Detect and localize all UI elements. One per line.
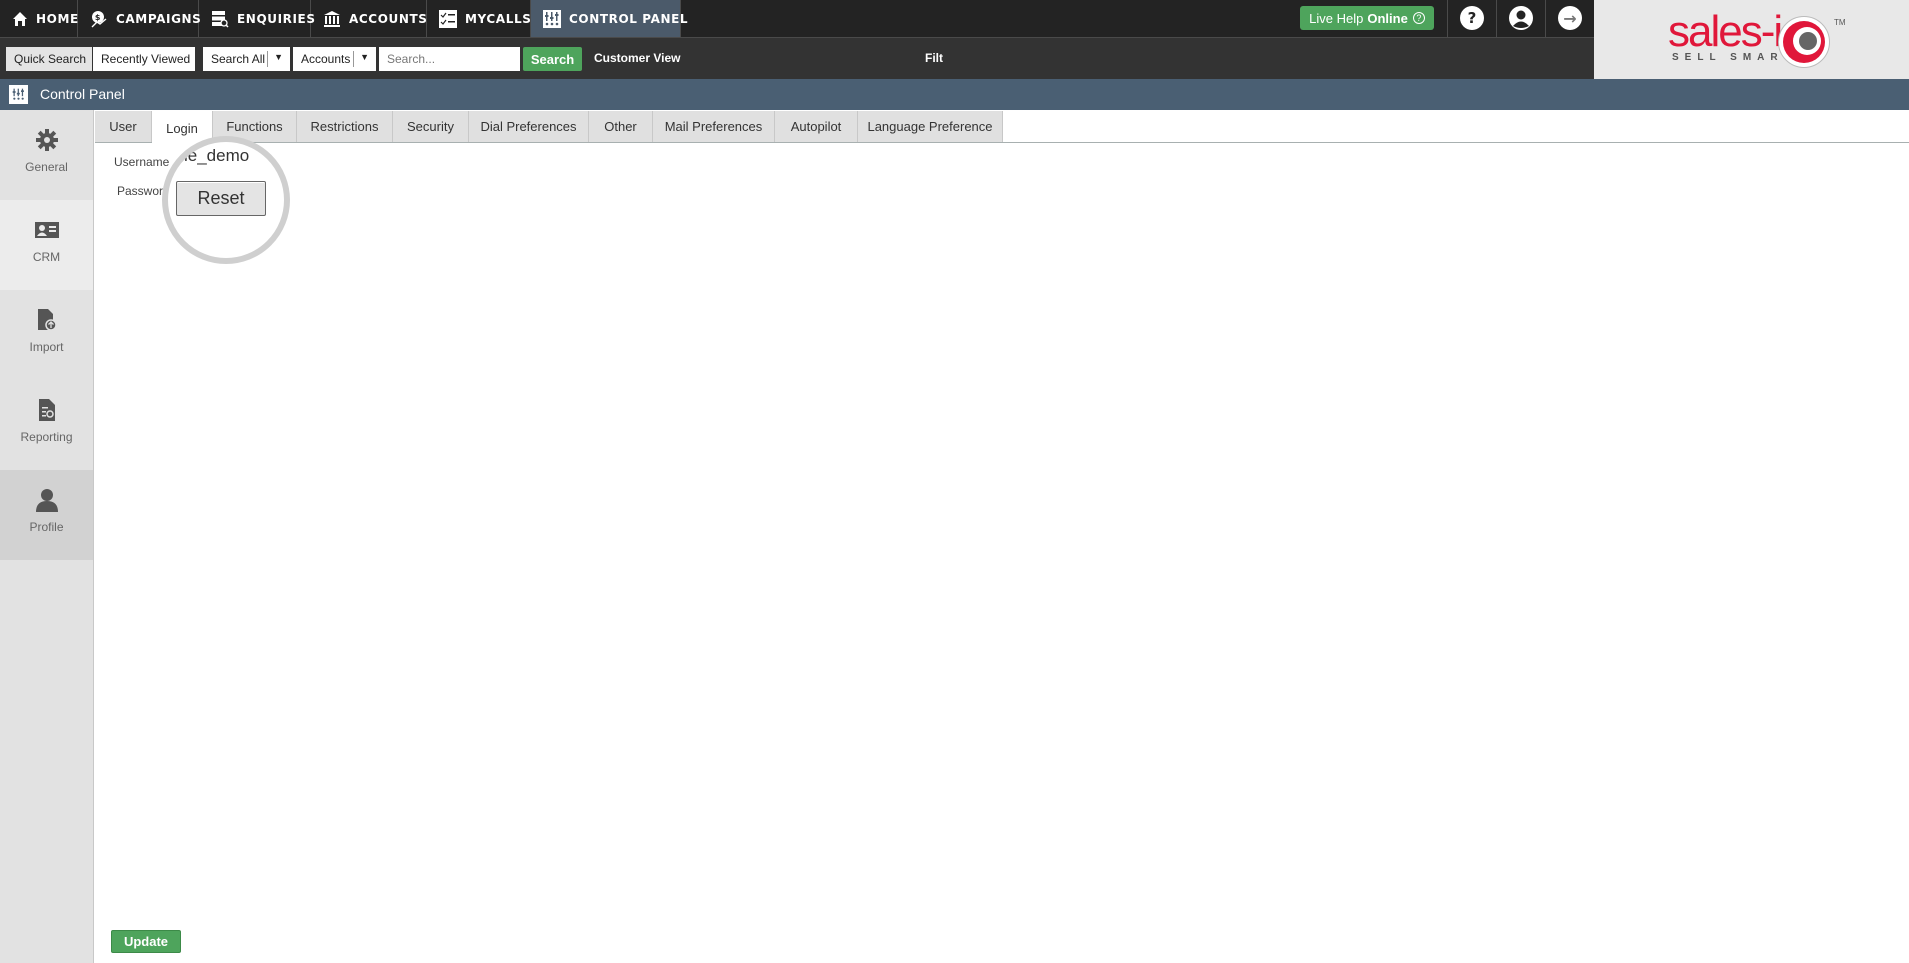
campaigns-icon: $ (90, 10, 108, 28)
brand-logo: sales-i SELL SMART TM (1594, 0, 1909, 79)
live-help-status: Online (1367, 10, 1408, 26)
sidebar-item-label: Profile (29, 520, 64, 534)
update-button[interactable]: Update (111, 930, 181, 953)
accounts-icon (323, 10, 341, 28)
logout-arrow-icon[interactable]: → (1558, 6, 1582, 30)
logo-text: sales-i (1668, 7, 1783, 56)
enquiries-icon (211, 10, 229, 28)
user-profile-icon[interactable] (1509, 6, 1533, 30)
sidebar: General CRM Import Reporting Profile (0, 110, 94, 963)
tab-dial-preferences[interactable]: Dial Preferences (469, 111, 589, 142)
nav-control-panel-label: CONTROL PANEL (569, 11, 689, 26)
settings-tabs: User Login Functions Restrictions Securi… (95, 111, 1909, 143)
sidebar-item-label: Reporting (20, 430, 73, 444)
mycalls-icon (439, 9, 457, 28)
chevron-down-icon: ▼ (274, 52, 283, 62)
nav-mycalls[interactable]: MYCALLS (427, 0, 531, 37)
username-value: le_demo (184, 146, 250, 165)
chevron-down-icon: ▼ (360, 52, 369, 62)
file-import-icon (35, 308, 59, 332)
recently-viewed-tab[interactable]: Recently Viewed (93, 47, 195, 71)
search-button[interactable]: Search (523, 47, 582, 71)
divider (1545, 0, 1546, 37)
gear-icon (35, 128, 59, 152)
tab-login[interactable]: Login (152, 111, 213, 143)
nav-home-label: HOME (36, 11, 79, 26)
svg-text:$: $ (95, 13, 101, 22)
sidebar-item-general[interactable]: General (0, 110, 93, 200)
search-bar: Quick Search Recently Viewed Search All … (0, 38, 1594, 79)
search-scope-value: Search All (211, 52, 266, 66)
quick-search-tab[interactable]: Quick Search (6, 47, 92, 71)
page-header: Control Panel (0, 79, 1909, 110)
reset-password-button[interactable]: Reset (176, 181, 266, 216)
logo-trademark: TM (1834, 18, 1846, 27)
nav-campaigns-label: CAMPAIGNS (116, 11, 202, 26)
nav-accounts-label: ACCOUNTS (349, 11, 428, 26)
person-icon (35, 488, 59, 512)
tab-security[interactable]: Security (393, 111, 469, 142)
question-circle-icon: ? (1412, 12, 1425, 24)
divider (1496, 0, 1497, 37)
sidebar-item-crm[interactable]: CRM (0, 200, 93, 290)
nav-home[interactable]: HOME (0, 0, 78, 37)
tab-language-preference[interactable]: Language Preference (858, 111, 1003, 142)
search-entity-select[interactable]: Accounts ▼ (293, 47, 376, 71)
live-help-label: Live Help (1309, 10, 1364, 26)
sidebar-item-reporting[interactable]: Reporting (0, 380, 93, 470)
control-panel-icon (543, 9, 561, 28)
search-input[interactable] (379, 47, 520, 71)
control-panel-icon (9, 85, 28, 104)
search-scope-select[interactable]: Search All ▼ (203, 47, 290, 71)
nav-mycalls-label: MYCALLS (465, 11, 532, 26)
filter-link[interactable]: Filt (925, 51, 943, 65)
home-icon (12, 10, 28, 28)
tab-other[interactable]: Other (589, 111, 653, 142)
help-icon[interactable]: ? (1460, 6, 1484, 30)
sidebar-item-import[interactable]: Import (0, 290, 93, 380)
search-entity-value: Accounts (301, 52, 351, 66)
nav-enquiries-label: ENQUIRIES (237, 11, 316, 26)
contact-card-icon (34, 218, 59, 242)
live-help-button[interactable]: Live Help Online ? (1300, 6, 1434, 30)
page-title: Control Panel (40, 86, 125, 102)
sidebar-item-label: CRM (32, 250, 61, 264)
sidebar-item-label: General (25, 160, 68, 174)
customer-view-link[interactable]: Customer View (594, 51, 680, 65)
top-navigation: HOME $ CAMPAIGNS ENQUIRIES ACCOUNTS MYCA… (0, 0, 1594, 38)
username-label: Username (114, 155, 170, 169)
nav-campaigns[interactable]: $ CAMPAIGNS (78, 0, 202, 37)
report-icon (35, 398, 59, 422)
tab-autopilot[interactable]: Autopilot (775, 111, 858, 142)
divider (1447, 0, 1448, 37)
logo-mark-icon (1778, 16, 1830, 68)
nav-accounts[interactable]: ACCOUNTS (311, 0, 427, 37)
nav-control-panel[interactable]: CONTROL PANEL (531, 0, 688, 37)
sidebar-item-label: Import (29, 340, 64, 354)
tab-user[interactable]: User (95, 111, 152, 142)
nav-enquiries[interactable]: ENQUIRIES (199, 0, 315, 37)
sidebar-item-profile[interactable]: Profile (0, 470, 93, 560)
tab-restrictions[interactable]: Restrictions (297, 111, 393, 142)
logo-tagline: SELL SMART (1672, 52, 1796, 63)
tab-mail-preferences[interactable]: Mail Preferences (653, 111, 775, 142)
